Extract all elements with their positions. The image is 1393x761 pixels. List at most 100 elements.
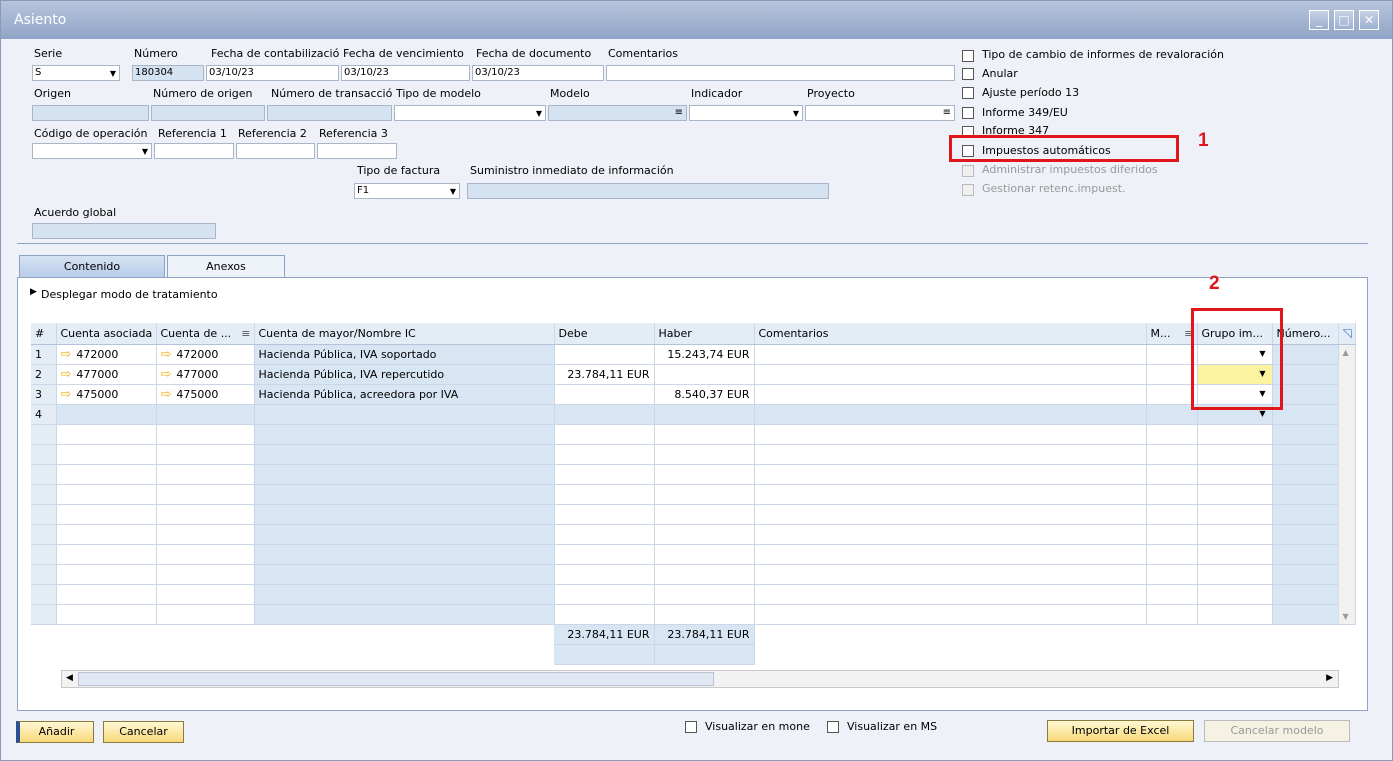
col-cuenta-asociada[interactable]: Cuenta asociada — [56, 323, 157, 345]
suministro-field[interactable] — [467, 183, 829, 199]
proyecto-field[interactable]: ≡ — [805, 105, 955, 121]
checkbox-visualizar-ms[interactable] — [827, 721, 839, 733]
link-arrow-icon[interactable]: ⇨ — [161, 387, 172, 402]
cell-debe[interactable]: 23.784,11 EUR — [554, 364, 655, 385]
ref2-field[interactable] — [236, 143, 315, 159]
scroll-left-icon[interactable]: ◀ — [66, 673, 73, 683]
scroll-right-icon[interactable]: ▶ — [1326, 673, 1333, 683]
modelo-field[interactable]: ≡ — [548, 105, 687, 121]
acuerdo-field[interactable] — [32, 223, 216, 239]
close-button[interactable]: ✕ — [1359, 10, 1379, 30]
cell-nombre: Hacienda Pública, acreedora por IVA — [254, 384, 555, 405]
window-title: Asiento — [14, 12, 67, 28]
minimize-button[interactable]: _ — [1309, 10, 1329, 30]
table-row[interactable]: 1 ⇨ 472000 ⇨ 472000 Hacienda Pública, IVA … — [31, 344, 1356, 625]
cell-asociada-value: 477000 — [76, 367, 119, 381]
checkbox-informe-349-label: Informe 349/EU — [982, 106, 1068, 119]
checkbox-visualizar-ms-label: Visualizar en MS — [847, 720, 938, 733]
divider — [17, 243, 1368, 244]
total-haber: 23.784,11 EUR — [654, 624, 755, 645]
origen-field[interactable] — [32, 105, 149, 121]
col-nombre[interactable]: Cuenta de mayor/Nombre IC — [254, 323, 555, 345]
cell-cuenta[interactable]: ⇨ 475000 — [156, 384, 255, 405]
cell-comentarios[interactable] — [754, 344, 1147, 365]
cell-haber[interactable]: 8.540,37 EUR — [654, 384, 755, 405]
expand-label[interactable]: Desplegar modo de tratamiento — [41, 288, 218, 301]
fecha-venc-field[interactable]: 03/10/23 — [341, 65, 470, 81]
fecha-doc-field[interactable]: 03/10/23 — [472, 65, 604, 81]
col-cuenta-de[interactable]: Cuenta de ... ≡ — [156, 323, 255, 345]
scroll-up-icon[interactable]: ▲ — [1343, 348, 1349, 357]
fecha-contab-field[interactable]: 03/10/23 — [206, 65, 339, 81]
annotation-number-2: 2 — [1209, 273, 1220, 294]
indicador-select[interactable] — [689, 105, 803, 121]
cell-cuenta[interactable]: ⇨ 472000 — [156, 344, 255, 365]
ref1-field[interactable] — [154, 143, 234, 159]
scroll-down-icon[interactable]: ▼ — [1343, 612, 1349, 621]
cell-asociada-value: 475000 — [76, 387, 119, 401]
link-arrow-icon[interactable]: ⇨ — [61, 347, 72, 362]
tipo-modelo-select[interactable] — [394, 105, 546, 121]
comentarios-field[interactable] — [606, 65, 955, 81]
checkbox-informe-349[interactable] — [962, 107, 974, 119]
link-arrow-icon[interactable]: ⇨ — [61, 367, 72, 382]
tab-anexos[interactable]: Anexos — [167, 255, 285, 277]
cell-comentarios[interactable] — [754, 364, 1147, 385]
codigo-op-select[interactable] — [32, 143, 152, 159]
cell-comentarios[interactable] — [754, 384, 1147, 405]
cell-comentarios[interactable] — [754, 404, 1147, 425]
link-arrow-icon[interactable]: ⇨ — [161, 367, 172, 382]
tab-contenido[interactable]: Contenido — [19, 255, 165, 277]
empty-row — [31, 604, 1355, 625]
lines-grid: # Cuenta asociada Cuenta de ... ≡ Cuenta … — [31, 323, 1356, 665]
link-arrow-icon[interactable]: ⇨ — [161, 347, 172, 362]
table-row[interactable]: 3 ⇨ 475000 ⇨ 475000 Hacienda Pública, acre… — [31, 384, 1355, 405]
col-comentarios[interactable]: Comentarios — [754, 323, 1147, 345]
numero-origen-field[interactable] — [151, 105, 265, 121]
serie-select[interactable]: S — [32, 65, 120, 81]
numero-field[interactable]: 180304 — [132, 65, 204, 81]
checkbox-visualizar-moneda[interactable] — [685, 721, 697, 733]
checkbox-tipo-cambio[interactable] — [962, 50, 974, 62]
checkbox-ajuste[interactable] — [962, 87, 974, 99]
col-num[interactable]: # — [31, 323, 57, 345]
cell-asociada[interactable]: ⇨ 475000 — [56, 384, 157, 405]
checkbox-retenciones-label: Gestionar retenc.impuest. — [982, 182, 1126, 195]
cell-asociada[interactable]: ⇨ 477000 — [56, 364, 157, 385]
col-options[interactable]: ◹ — [1338, 323, 1356, 345]
scroll-thumb[interactable] — [78, 672, 714, 686]
cell-cuenta[interactable] — [156, 404, 255, 425]
cell-m[interactable] — [1146, 404, 1198, 425]
checkbox-anular[interactable] — [962, 68, 974, 80]
cell-asociada-value: 472000 — [76, 347, 119, 361]
table-row[interactable]: 4 ▼ — [31, 404, 1355, 425]
tipo-factura-select[interactable]: F1 — [354, 183, 460, 199]
cell-m[interactable] — [1146, 384, 1198, 405]
cell-haber[interactable]: 15.243,74 EUR — [654, 344, 755, 365]
cell-debe[interactable] — [554, 404, 655, 425]
maximize-button[interactable]: □ — [1334, 10, 1354, 30]
col-m-label: M... — [1150, 326, 1171, 340]
cell-debe[interactable] — [554, 344, 655, 365]
numero-trans-field[interactable] — [267, 105, 392, 121]
table-row[interactable]: 2 ⇨ 477000 ⇨ 477000 Hacienda Pública, IVA … — [31, 364, 1355, 385]
cell-haber[interactable] — [654, 404, 755, 425]
col-debe[interactable]: Debe — [554, 323, 655, 345]
cancel-button[interactable]: Cancelar — [103, 721, 184, 743]
cell-m[interactable] — [1146, 364, 1198, 385]
ref3-field[interactable] — [317, 143, 397, 159]
col-m[interactable]: M... ≡ — [1146, 323, 1198, 345]
link-arrow-icon[interactable]: ⇨ — [61, 387, 72, 402]
vertical-scrollbar[interactable]: ▲ ▼ — [1337, 344, 1356, 625]
cell-m[interactable] — [1146, 344, 1198, 365]
expand-arrow-icon[interactable]: ▶ — [30, 287, 37, 297]
cell-haber[interactable] — [654, 364, 755, 385]
col-haber[interactable]: Haber — [654, 323, 755, 345]
horizontal-scrollbar[interactable]: ◀ ▶ — [61, 670, 1339, 688]
import-excel-button[interactable]: Importar de Excel — [1047, 720, 1194, 742]
cell-asociada[interactable] — [56, 404, 157, 425]
cell-cuenta[interactable]: ⇨ 477000 — [156, 364, 255, 385]
cell-debe[interactable] — [554, 384, 655, 405]
add-button[interactable]: Añadir — [16, 721, 94, 743]
cell-asociada[interactable]: ⇨ 472000 — [56, 344, 157, 365]
